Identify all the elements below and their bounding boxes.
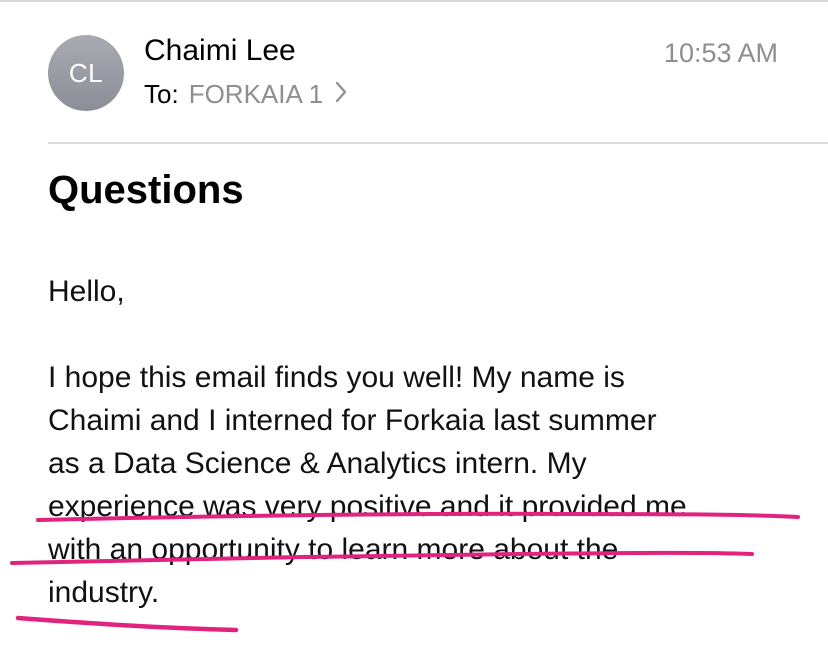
sender-name[interactable]: Chaimi Lee xyxy=(144,34,296,68)
body-line: Chaimi and I interned for Forkaia last s… xyxy=(48,404,657,437)
body-paragraph: I hope this email finds you well! My nam… xyxy=(48,356,808,614)
avatar[interactable]: CL xyxy=(48,35,124,111)
avatar-initials: CL xyxy=(68,57,104,88)
body-line: as a Data Science & Analytics intern. My xyxy=(48,447,587,480)
recipient-link[interactable]: FORKAIA 1 xyxy=(189,79,347,110)
greeting: Hello, xyxy=(48,275,125,308)
top-rule xyxy=(0,0,828,2)
recipient-name: FORKAIA 1 xyxy=(188,79,324,109)
email-subject: Questions xyxy=(48,168,244,212)
header-divider xyxy=(48,142,828,144)
body-line: industry. xyxy=(48,576,160,609)
body-line: with an opportunity to learn more about … xyxy=(48,533,619,566)
body-line: experience was very positive and it prov… xyxy=(48,490,687,523)
to-label: To: xyxy=(144,79,179,109)
recipient-row: To: FORKAIA 1 xyxy=(144,79,347,110)
chevron-right-icon xyxy=(335,79,347,110)
body-line: I hope this email finds you well! My nam… xyxy=(48,361,625,394)
timestamp: 10:53 AM xyxy=(663,38,778,68)
email-body: Hello, I hope this email finds you well!… xyxy=(48,270,808,614)
underline-stroke xyxy=(15,615,239,633)
